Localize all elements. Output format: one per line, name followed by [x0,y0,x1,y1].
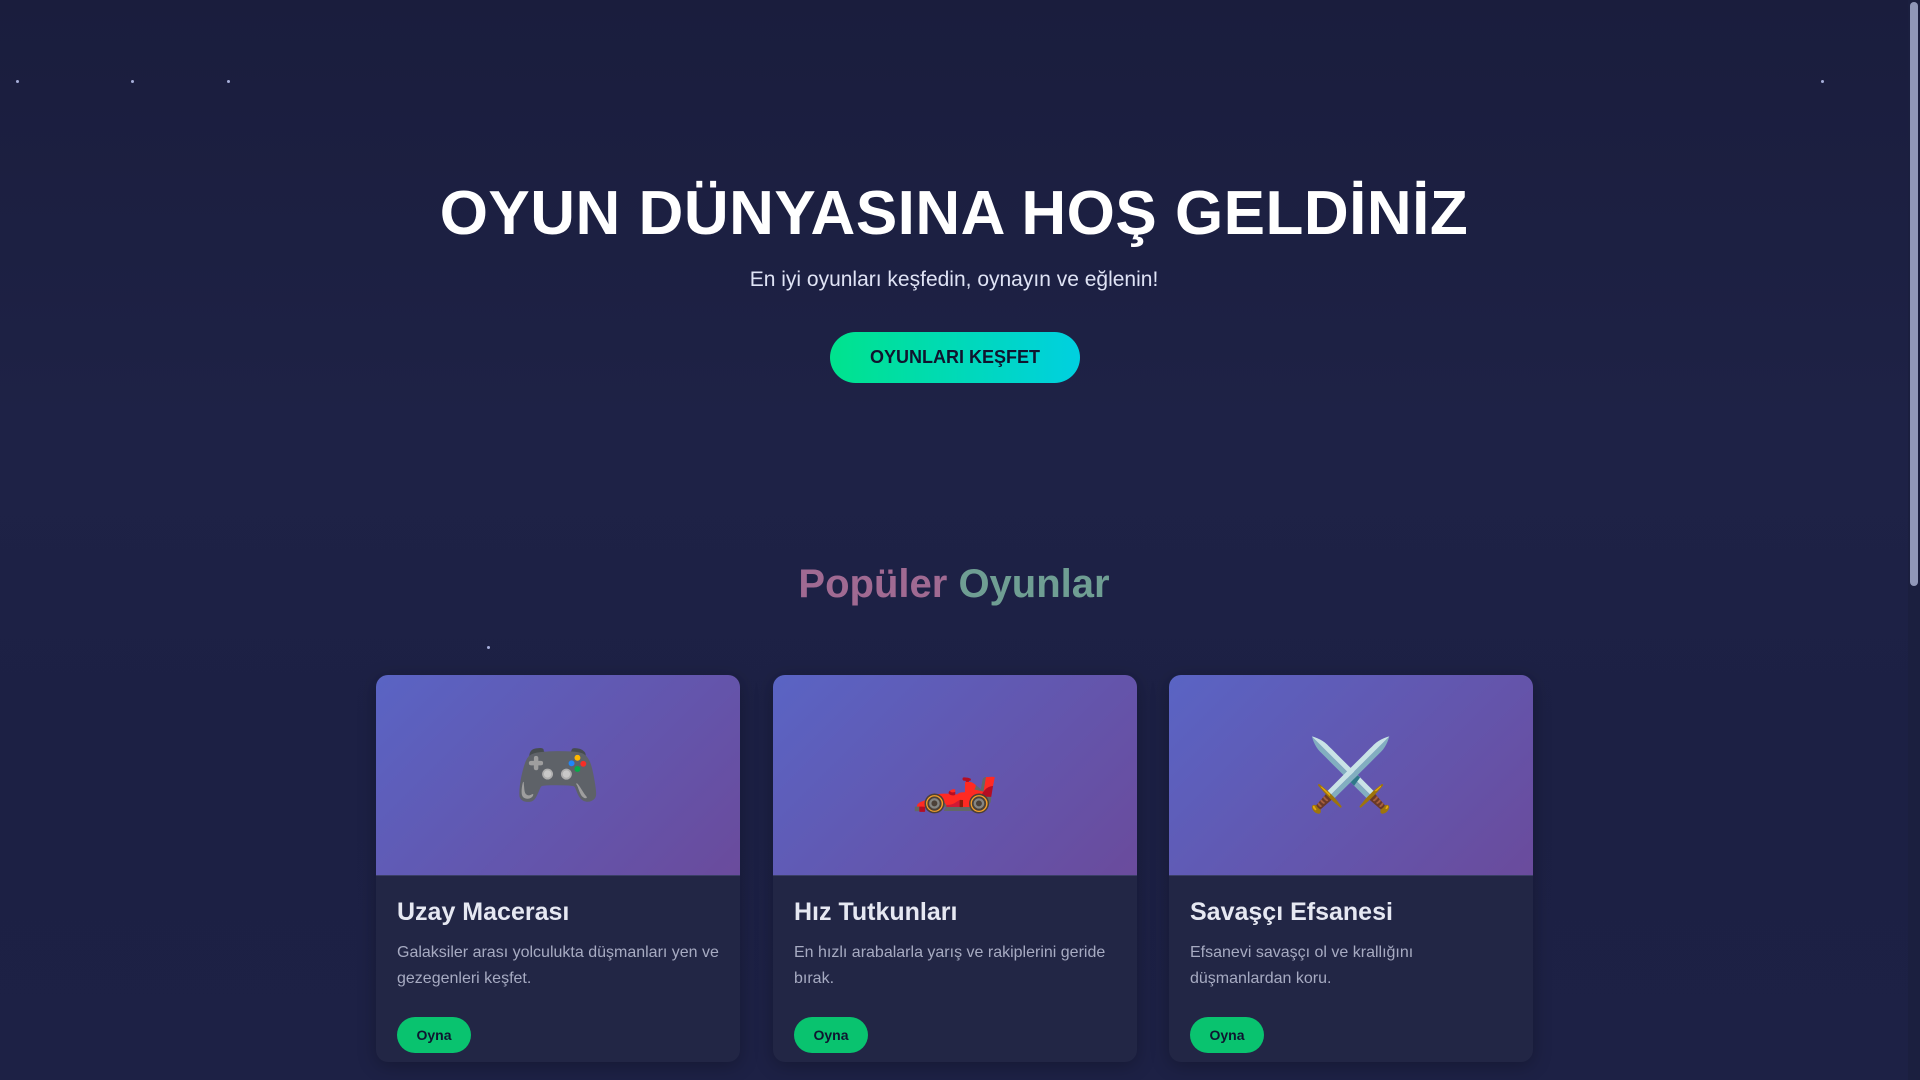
crossed-swords-icon: ⚔️ [1307,734,1395,816]
hero-title: OYUN DÜNYASINA HOŞ GELDİNİZ [439,179,1469,248]
game-card-title: Hız Tutkunları [794,898,958,926]
game-card: 🎮 Uzay Macerası Galaksiler arası yolculu… [376,675,740,1062]
game-card-media: 🏎️ [773,675,1137,876]
star-decoration [131,80,134,83]
play-button[interactable]: Oyna [397,1017,471,1053]
game-card-title: Uzay Macerası [397,898,570,926]
section-title: Popüler Oyunlar [0,562,1908,607]
game-card-media: ⚔️ [1169,675,1533,876]
star-decoration [1821,80,1824,83]
game-card-description: Galaksiler arası yolculukta düşmanları y… [397,944,719,987]
game-card-description: En hızlı arabalarla yarış ve rakiplerini… [794,944,1106,987]
race-car-icon: 🏎️ [911,734,999,816]
explore-games-button[interactable]: OYUNLARI KEŞFET [830,332,1080,383]
star-decoration [487,646,490,649]
game-card: 🏎️ Hız Tutkunları En hızlı arabalarla ya… [773,675,1137,1062]
play-button[interactable]: Oyna [794,1017,868,1053]
game-card-body: Uzay Macerası Galaksiler arası yolculukt… [376,876,740,1062]
section-title-word-1: Popüler [798,562,948,606]
game-card-body: Hız Tutkunları En hızlı arabalarla yarış… [773,876,1137,1062]
scrollbar-thumb[interactable] [1910,2,1918,586]
star-decoration [227,80,230,83]
scrollbar[interactable] [1908,0,1920,1080]
page: OYUN DÜNYASINA HOŞ GELDİNİZ En iyi oyunl… [0,0,1920,1080]
game-card-body: Savaşçı Efsanesi Efsanevi savaşçı ol ve … [1169,876,1533,1062]
game-card-description: Efsanevi savaşçı ol ve krallığını düşman… [1190,944,1414,987]
game-card: ⚔️ Savaşçı Efsanesi Efsanevi savaşçı ol … [1169,675,1533,1062]
game-card-media: 🎮 [376,675,740,876]
star-decoration [16,80,19,83]
play-button[interactable]: Oyna [1190,1017,1264,1053]
hero-subtitle: En iyi oyunları keşfedin, oynayın ve eğl… [749,268,1159,291]
game-card-title: Savaşçı Efsanesi [1190,898,1393,926]
gamepad-icon: 🎮 [514,734,602,816]
section-title-word-2: Oyunlar [958,562,1110,606]
